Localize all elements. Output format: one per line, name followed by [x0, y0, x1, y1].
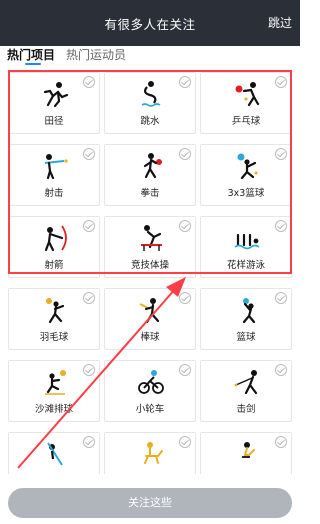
check-circle-icon[interactable]: [83, 364, 95, 376]
equestrian-icon: [144, 442, 163, 464]
shooting-icon: [44, 154, 68, 180]
cycling-icon: [242, 442, 255, 458]
sport-card-bmx[interactable]: 小轮车: [104, 360, 196, 422]
check-circle-icon[interactable]: [179, 220, 191, 232]
check-circle-icon[interactable]: [275, 220, 287, 232]
canoe-icon: [47, 442, 63, 466]
sport-card-basketball-3x3[interactable]: 3x3篮球: [200, 144, 292, 206]
sport-label: 3x3篮球: [227, 188, 265, 199]
sport-card-diving[interactable]: 跳水: [104, 72, 196, 134]
sport-card-archery[interactable]: 射箭: [8, 216, 100, 278]
skip-button[interactable]: 跳过: [268, 14, 292, 31]
sport-label: 射击: [44, 188, 64, 199]
sport-card-artistic-swimming[interactable]: 花样游泳: [200, 216, 292, 278]
sport-card-table-tennis[interactable]: 乒乓球: [200, 72, 292, 134]
sport-label: 跳水: [140, 116, 160, 127]
check-circle-icon[interactable]: [179, 292, 191, 304]
boxing-icon: [143, 153, 162, 179]
athletics-icon: [43, 82, 69, 108]
sport-label: 棒球: [140, 332, 160, 343]
fencing-icon: [234, 370, 258, 395]
sport-card-baseball[interactable]: 棒球: [104, 288, 196, 350]
sport-label: 羽毛球: [39, 332, 69, 343]
bmx-icon: [138, 370, 164, 394]
check-circle-icon[interactable]: [83, 148, 95, 160]
check-circle-icon[interactable]: [275, 436, 287, 448]
tab-hot-athletes[interactable]: 热门运动员: [66, 46, 126, 63]
sport-label: 小轮车: [135, 404, 165, 415]
page-title: 有很多人在关注: [104, 17, 196, 32]
check-circle-icon[interactable]: [179, 436, 191, 448]
sport-card-boxing[interactable]: 拳击: [104, 144, 196, 206]
sport-card-athletics[interactable]: 田径: [8, 72, 100, 134]
basketball-icon: [242, 298, 256, 324]
footer: 关注这些: [0, 474, 300, 524]
top-bar: 有很多人在关注 跳过: [0, 0, 300, 46]
check-circle-icon[interactable]: [83, 76, 95, 88]
archery-icon: [44, 225, 67, 252]
baseball-icon: [139, 298, 160, 324]
badminton-icon: [46, 298, 65, 324]
sport-card-gymnastics[interactable]: 竞技体操: [104, 216, 196, 278]
check-circle-icon[interactable]: [275, 292, 287, 304]
diving-icon: [141, 81, 161, 107]
sport-label: 击剑: [236, 404, 256, 415]
sport-label: 花样游泳: [226, 260, 265, 271]
tab-hot-sports[interactable]: 热门项目: [7, 46, 55, 63]
check-circle-icon[interactable]: [179, 76, 191, 88]
sport-card-badminton[interactable]: 羽毛球: [8, 288, 100, 350]
sport-card-basketball[interactable]: 篮球: [200, 288, 292, 350]
sport-label: 射箭: [44, 260, 64, 271]
sport-label: 乒乓球: [231, 116, 261, 127]
check-circle-icon[interactable]: [83, 220, 95, 232]
check-circle-icon[interactable]: [275, 364, 287, 376]
sport-card-beach-volleyball[interactable]: 沙滩排球: [8, 360, 100, 422]
gymnastics-icon: [141, 225, 162, 251]
check-circle-icon[interactable]: [275, 76, 287, 88]
sport-label: 拳击: [140, 188, 160, 199]
sport-label: 田径: [44, 116, 64, 127]
sport-label: 篮球: [236, 332, 256, 343]
check-circle-icon[interactable]: [83, 292, 95, 304]
sport-label: 竞技体操: [130, 260, 169, 271]
sport-label: 沙滩排球: [34, 404, 73, 415]
check-circle-icon[interactable]: [83, 436, 95, 448]
basketball-3x3-icon: [237, 153, 258, 180]
artistic-swimming-icon: [234, 233, 260, 250]
active-tab-indicator: [25, 63, 41, 65]
sport-card-fencing[interactable]: 击剑: [200, 360, 292, 422]
check-circle-icon[interactable]: [275, 148, 287, 160]
check-circle-icon[interactable]: [179, 148, 191, 160]
beach-volleyball-icon: [45, 370, 66, 395]
check-circle-icon[interactable]: [179, 364, 191, 376]
follow-these-button[interactable]: 关注这些: [8, 488, 292, 518]
sport-card-shooting[interactable]: 射击: [8, 144, 100, 206]
table-tennis-icon: [235, 82, 260, 107]
tab-bar: 热门项目 热门运动员: [0, 46, 300, 68]
